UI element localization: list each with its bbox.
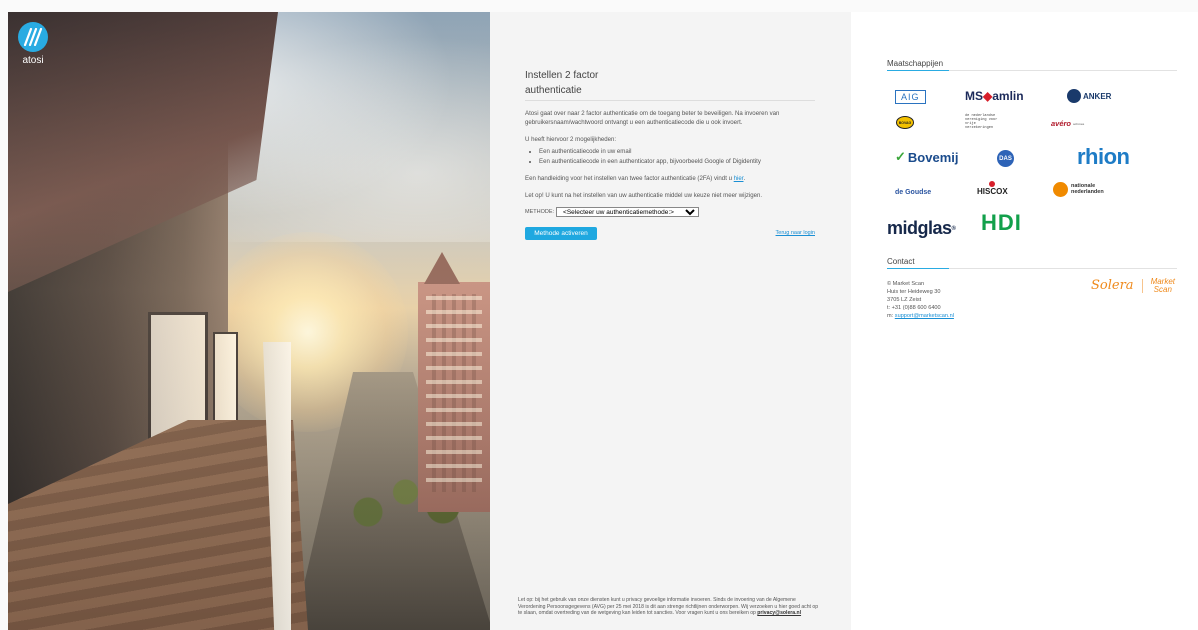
ms-amlin-logo: MS ◆ amlin	[965, 89, 1024, 103]
page-title: Instellen 2 factor authenticatie	[525, 68, 635, 101]
privacy-notice: Let op: bij het gebruik van onze dienste…	[518, 597, 819, 617]
method-select[interactable]: <Selecteer uw authenticatiemethode:>	[556, 206, 700, 217]
dnvv-logo: de nederlandse vereniging voor vrije ver…	[965, 114, 998, 130]
contact-header: Contact	[887, 257, 1177, 269]
bovemij-logo: ✓ Bovemij	[895, 149, 959, 165]
options-intro: U heeft hiervoor 2 mogelijkheden:	[525, 136, 617, 144]
back-to-login-link[interactable]: Terug naar login	[776, 229, 815, 237]
contact-email-row: m: support@marketscan.nl	[887, 313, 954, 320]
side-panel: Maatschappijen AIG MS ◆ amlin ANKER BOVAG …	[851, 12, 1198, 630]
market-scan-logo: Market Scan	[1150, 277, 1176, 294]
companies-title: Maatschappijen	[887, 59, 944, 68]
contact-details: © Market Scan Huis ter Heideweg 30 3705 …	[887, 280, 954, 321]
activate-method-button[interactable]: Methode activeren	[525, 226, 597, 240]
warning-text: Let op! U kunt na het instellen van uw a…	[525, 191, 763, 199]
two-factor-form: Instellen 2 factor authenticatie Atosi g…	[525, 68, 815, 240]
contact-phone: t: +31 (0)88 600 6400	[887, 305, 941, 312]
aig-logo: AIG	[895, 90, 926, 104]
de-goudse-logo: de Goudse	[895, 189, 932, 196]
contact-city: 3705 LZ Zeist	[887, 297, 922, 304]
atosi-logo-text: atosi	[22, 55, 44, 66]
method-label: METHODE:	[525, 208, 555, 215]
solera-logo: Solera	[1091, 278, 1134, 294]
auth-panel: Instellen 2 factor authenticatie Atosi g…	[490, 12, 851, 630]
hiscox-logo: HISCOX	[977, 181, 1008, 196]
options-list: Een authenticatiecode in uw email Een au…	[539, 147, 815, 165]
list-item: Een authenticatiecode in uw email	[539, 147, 815, 156]
midglas-logo: midglas ®	[887, 218, 956, 238]
solera-marketscan-logos: Solera Market Scan	[1091, 277, 1176, 294]
nationale-nederlanden-logo: nationale nederlanden	[1053, 182, 1104, 197]
avero-achmea-logo: avéro achmea	[1051, 119, 1085, 128]
intro-text: Atosi gaat over naar 2 factor authentica…	[525, 110, 780, 127]
rhion-logo: rhion	[1077, 144, 1130, 169]
list-item: Een authenticatiecode in een authenticat…	[539, 157, 815, 166]
atosi-logo-icon	[18, 22, 48, 52]
nn-lion-icon	[1053, 182, 1068, 197]
anker-logo: ANKER	[1067, 89, 1111, 103]
check-icon: ✓	[895, 149, 906, 164]
support-email-link[interactable]: support@marketscan.nl	[895, 313, 954, 319]
hero-photo	[8, 12, 490, 630]
atosi-logo: atosi	[16, 22, 50, 66]
contact-street: Huis ter Heideweg 30	[887, 289, 941, 296]
manual-link[interactable]: hier	[734, 175, 744, 182]
method-row: METHODE: <Selecteer uw authenticatiemeth…	[525, 206, 815, 217]
hdi-logo: HDI	[981, 210, 1022, 235]
anker-icon	[1067, 89, 1081, 103]
das-logo: DAS	[997, 150, 1014, 167]
privacy-email-link[interactable]: privacy@solera.nl	[757, 610, 801, 616]
contact-company: © Market Scan	[887, 281, 925, 287]
companies-header: Maatschappijen	[887, 59, 1177, 71]
contact-title: Contact	[887, 257, 915, 266]
manual-text: Een handleiding voor het instellen van t…	[525, 174, 746, 182]
form-actions: Methode activeren Terug naar login	[525, 226, 815, 240]
bovag-logo: BOVAG	[896, 116, 914, 129]
